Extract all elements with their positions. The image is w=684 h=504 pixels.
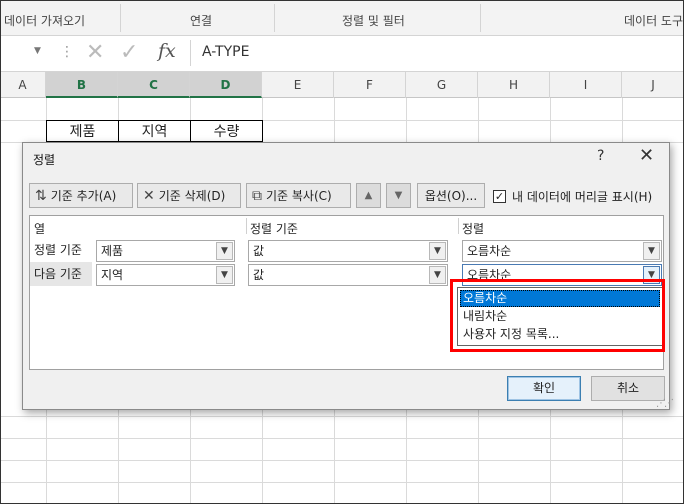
- column-header-i[interactable]: I: [550, 72, 622, 98]
- delete-level-button[interactable]: ✕ 기준 삭제(D): [137, 183, 241, 208]
- cut-off-label: [560, 0, 670, 4]
- dialog-title: 정렬: [33, 153, 56, 167]
- annotation-highlight-box: [450, 279, 665, 352]
- chevron-down-icon[interactable]: ▼: [429, 242, 446, 260]
- ribbon-group-data-tools: 데이터 도구: [624, 14, 684, 28]
- grid-header-column: 열: [34, 222, 46, 236]
- cell-c-region[interactable]: 지역: [118, 120, 191, 142]
- chevron-down-icon[interactable]: ▼: [216, 242, 233, 260]
- add-level-label: 기준 추가(A): [50, 189, 117, 203]
- ribbon: 데이터 가져오기 연결 정렬 및 필터 데이터 도구: [0, 0, 684, 36]
- cut-off-label: [145, 0, 165, 4]
- grid-header-order: 정렬: [462, 222, 485, 236]
- resize-grip-icon[interactable]: ⋰⋰: [656, 398, 674, 409]
- ribbon-group-sort-filter: 정렬 및 필터: [342, 14, 405, 28]
- column-header-row: A B C D E F G H I J: [0, 72, 684, 98]
- has-headers-checkbox[interactable]: ✓: [493, 190, 506, 203]
- column-header-h[interactable]: H: [478, 72, 550, 98]
- copy-level-label: 기준 복사(C): [266, 189, 332, 203]
- insert-function-icon[interactable]: fx: [158, 40, 176, 62]
- chevron-down-icon[interactable]: ▼: [34, 46, 41, 56]
- chevron-down-icon[interactable]: ▼: [643, 242, 660, 260]
- sort-on-select[interactable]: 값 ▼: [248, 264, 448, 286]
- arrow-down-icon: ▼: [394, 190, 403, 201]
- column-header-e[interactable]: E: [262, 72, 334, 98]
- sort-on-select-value: 값: [253, 268, 265, 282]
- column-select[interactable]: 제품 ▼: [96, 240, 235, 262]
- move-down-button[interactable]: ▼: [386, 183, 411, 208]
- has-headers-option[interactable]: ✓ 내 데이터에 머리글 표시(H): [493, 188, 652, 205]
- has-headers-label: 내 데이터에 머리글 표시(H): [512, 190, 653, 204]
- ribbon-group-get-data: 데이터 가져오기: [4, 14, 86, 28]
- column-header-d[interactable]: D: [190, 72, 262, 98]
- order-select[interactable]: 오름차순 ▼: [462, 240, 662, 262]
- column-header-g[interactable]: G: [406, 72, 478, 98]
- confirm-entry-icon[interactable]: ✓: [120, 40, 138, 65]
- copy-icon: ⧉: [252, 187, 262, 204]
- level-label: 정렬 기준: [34, 243, 82, 257]
- column-header-b[interactable]: B: [46, 72, 118, 98]
- move-up-button[interactable]: ▲: [356, 183, 381, 208]
- options-button[interactable]: 옵션(O)...: [417, 183, 485, 208]
- column-select-value: 제품: [101, 244, 124, 258]
- delete-icon: ✕: [143, 187, 155, 204]
- cell-d-quantity[interactable]: 수량: [190, 120, 263, 142]
- chevron-down-icon[interactable]: ▼: [429, 266, 446, 284]
- column-header-j[interactable]: J: [622, 72, 684, 98]
- sort-on-select[interactable]: 값 ▼: [248, 240, 448, 262]
- delete-level-label: 기준 삭제(D): [158, 189, 226, 203]
- cut-off-label: [86, 0, 116, 4]
- column-select[interactable]: 지역 ▼: [96, 264, 235, 286]
- sort-dialog: 정렬 ? ✕ ⇅ 기준 추가(A) ✕ 기준 삭제(D) ⧉ 기준 복사(C) …: [22, 142, 674, 410]
- add-level-button[interactable]: ⇅ 기준 추가(A): [29, 183, 133, 208]
- grid-header-sort-on: 정렬 기준: [250, 222, 298, 236]
- column-header-c[interactable]: C: [118, 72, 190, 98]
- more-icon: ⋮: [60, 44, 74, 60]
- add-level-icon: ⇅: [35, 187, 47, 204]
- arrow-up-icon: ▲: [364, 190, 373, 201]
- order-select-value: 오름차순: [467, 244, 512, 258]
- sort-on-select-value: 값: [253, 244, 265, 258]
- chevron-down-icon[interactable]: ▼: [216, 266, 233, 284]
- cut-off-label: [18, 0, 58, 4]
- cancel-button[interactable]: 취소: [591, 376, 665, 401]
- cancel-entry-icon[interactable]: ✕: [86, 40, 104, 65]
- ok-button[interactable]: 확인: [507, 376, 581, 401]
- formula-input[interactable]: A-TYPE: [202, 44, 249, 60]
- ribbon-group-connections: 연결: [190, 14, 213, 28]
- help-button[interactable]: ?: [597, 148, 604, 164]
- cell-b-product[interactable]: 제품: [46, 120, 119, 142]
- column-header-a[interactable]: A: [0, 72, 46, 98]
- copy-level-button[interactable]: ⧉ 기준 복사(C): [246, 183, 351, 208]
- column-select-value: 지역: [101, 268, 124, 282]
- column-header-f[interactable]: F: [334, 72, 406, 98]
- close-button[interactable]: ✕: [639, 145, 654, 166]
- level-label: 다음 기준: [30, 262, 92, 286]
